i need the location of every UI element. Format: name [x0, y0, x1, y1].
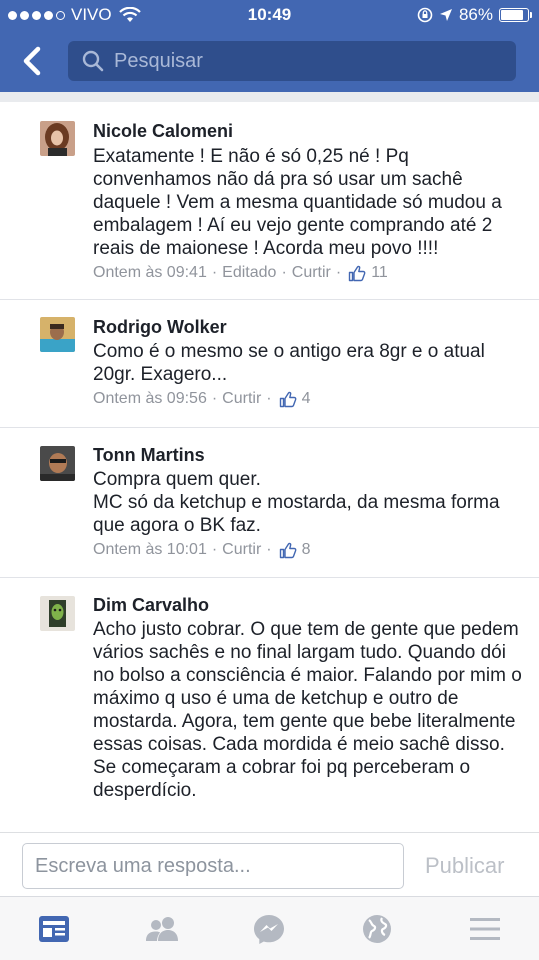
comment-meta: Ontem às 09:56 · Curtir · 4 [93, 388, 527, 410]
thumbs-up-icon [349, 265, 366, 281]
search-placeholder: Pesquisar [114, 49, 203, 72]
news-feed-icon [39, 916, 69, 942]
thumbs-up-icon [279, 391, 297, 407]
tab-notifications[interactable] [360, 913, 394, 945]
comment-timestamp[interactable]: Ontem às 09:56 [93, 388, 207, 410]
comment-timestamp[interactable]: Ontem às 09:41 [93, 262, 207, 284]
like-button[interactable]: Curtir [222, 539, 261, 561]
reply-input[interactable]: Escreva uma resposta... [22, 843, 404, 889]
edited-label[interactable]: Editado [222, 262, 276, 284]
publish-button[interactable]: Publicar [425, 853, 504, 879]
friends-icon [146, 917, 178, 941]
comments-list: Nicole Calomeni Exatamente ! E não é só … [0, 102, 539, 832]
like-count[interactable]: 4 [302, 388, 311, 410]
rotation-lock-icon [417, 7, 433, 23]
avatar[interactable] [40, 121, 75, 156]
like-count[interactable]: 8 [302, 539, 311, 561]
comment-author[interactable]: Tonn Martins [93, 443, 527, 467]
menu-icon [470, 918, 500, 940]
globe-icon [363, 915, 391, 943]
avatar-photo [40, 596, 75, 631]
tab-bar [0, 896, 539, 960]
chevron-left-icon [23, 46, 41, 76]
search-icon [82, 50, 104, 72]
messenger-icon [254, 915, 284, 944]
top-nav-bar: Pesquisar [0, 30, 539, 92]
location-arrow-icon [439, 9, 452, 21]
comment-meta: Ontem às 10:01 · Curtir · 8 [93, 539, 527, 561]
battery-percent: 86% [458, 5, 493, 24]
tab-menu[interactable] [468, 913, 502, 945]
comment-timestamp[interactable]: Ontem às 10:01 [93, 539, 207, 561]
avatar[interactable] [40, 317, 75, 352]
tab-news-feed[interactable] [37, 913, 71, 945]
comment-author[interactable]: Dim Carvalho [93, 593, 527, 617]
avatar[interactable] [40, 446, 75, 481]
comment-author[interactable]: Nicole Calomeni [93, 119, 527, 143]
status-bar: VIVO 10:49 86% [0, 0, 539, 30]
avatar-photo [40, 446, 75, 481]
back-button[interactable] [18, 44, 48, 78]
comment-item: Nicole Calomeni Exatamente ! E não é só … [0, 102, 539, 300]
search-input[interactable]: Pesquisar [68, 41, 516, 81]
reply-bar: Escreva uma resposta... Publicar [0, 832, 539, 896]
comment-item: Dim Carvalho Acho justo cobrar. O que te… [0, 578, 539, 832]
tab-friends[interactable] [144, 913, 178, 945]
comment-text: Como é o mesmo se o antigo era 8gr e o a… [93, 341, 491, 385]
comment-author[interactable]: Rodrigo Wolker [93, 315, 527, 339]
comments-feed[interactable]: Nicole Calomeni Exatamente ! E não é só … [0, 92, 539, 832]
battery-icon [499, 8, 532, 22]
avatar-photo [40, 121, 75, 156]
comment-text: Exatamente ! E não é só 0,25 né ! Pq con… [93, 146, 508, 259]
comment-item: Rodrigo Wolker Como é o mesmo se o antig… [0, 300, 539, 428]
like-button[interactable]: Curtir [292, 262, 331, 284]
comment-item: Tonn Martins Compra quem quer. MC só da … [0, 428, 539, 578]
tab-messenger[interactable] [252, 913, 286, 945]
comment-meta: Ontem às 09:41 · Editado · Curtir · 11 [93, 262, 527, 284]
thumbs-up-icon [279, 542, 297, 558]
status-right: 86% [417, 5, 532, 25]
comment-text: Acho justo cobrar. O que tem de gente qu… [93, 619, 528, 801]
like-button[interactable]: Curtir [222, 388, 261, 410]
avatar-photo [40, 317, 75, 352]
like-count[interactable]: 11 [371, 262, 388, 284]
avatar[interactable] [40, 596, 75, 631]
comment-text: Compra quem quer. MC só da ketchup e mos… [93, 469, 500, 536]
